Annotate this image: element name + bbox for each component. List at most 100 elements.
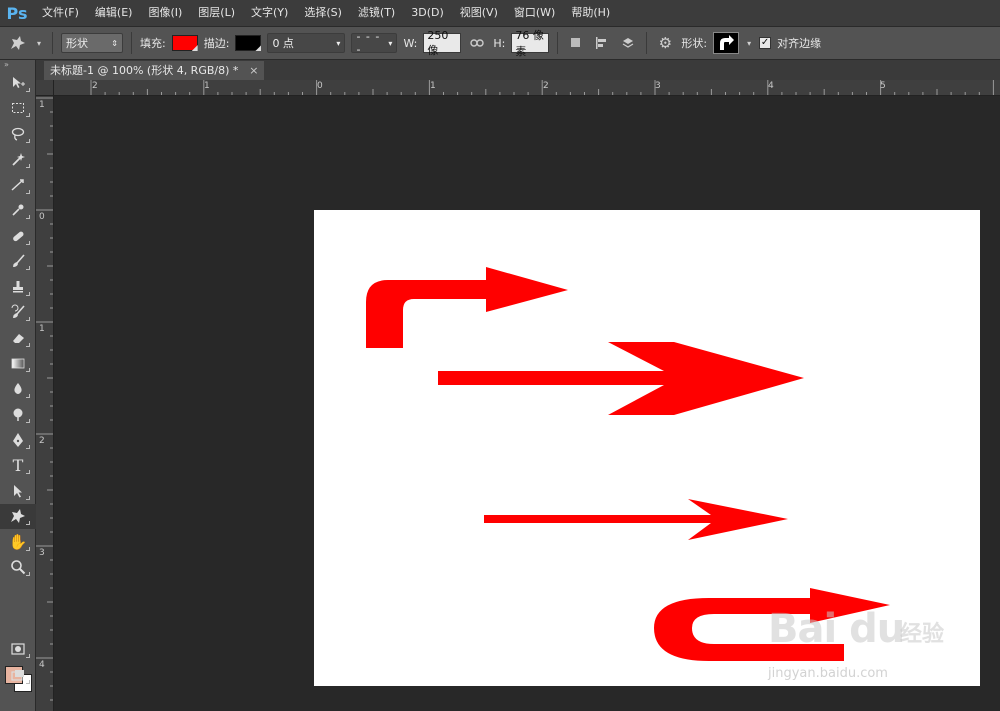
gear-icon[interactable]: ⚙ <box>655 33 675 53</box>
watermark-url: jingyan.baidu.com <box>768 666 888 681</box>
document-tab[interactable]: 未标题-1 @ 100% (形状 4, RGB/8) * × <box>44 61 265 80</box>
ruler-corner[interactable] <box>36 80 54 96</box>
path-selection-tool-icon[interactable] <box>0 478 36 504</box>
clone-stamp-tool-icon[interactable] <box>0 274 36 300</box>
eraser-tool-icon[interactable] <box>0 325 36 351</box>
ruler-label: 0 <box>39 212 45 222</box>
stroke-type-select[interactable]: - - - - ▾ <box>351 30 398 56</box>
shape-picker[interactable] <box>713 32 740 54</box>
ruler-label: 5 <box>880 81 886 91</box>
menu-view[interactable]: 视图(V) <box>452 0 506 26</box>
thin-arrow-shape[interactable] <box>484 499 788 540</box>
hand-tool-icon[interactable]: ✋ <box>0 529 36 555</box>
width-label: W: <box>403 36 418 50</box>
menu-layer[interactable]: 图层(L) <box>190 0 243 26</box>
updown-icon: ⇕ <box>111 38 118 48</box>
ruler-label: 4 <box>39 660 45 670</box>
menu-filter[interactable]: 滤镜(T) <box>350 0 403 26</box>
vertical-ruler[interactable]: 1 0 1 2 3 4 <box>36 96 54 711</box>
menu-edit[interactable]: 编辑(E) <box>87 0 141 26</box>
align-edges-checkbox[interactable]: ✓ <box>759 37 772 49</box>
width-input[interactable]: 250 像 <box>423 29 462 57</box>
align-edges-label: 对齐边缘 <box>777 37 822 50</box>
zoom-tool-icon[interactable] <box>0 555 36 581</box>
gradient-tool-icon[interactable] <box>0 351 36 377</box>
ruler-label: 2 <box>39 436 45 446</box>
ruler-label: 1 <box>39 100 45 110</box>
tool-mode-value: 形状 <box>66 37 88 50</box>
pen-tool-icon[interactable] <box>0 427 36 453</box>
options-bar: ▾ 形状 ⇕ 填充: 描边: 0 点 ▾ - - - - ▾ W: 250 像 … <box>0 26 1000 60</box>
height-label: H: <box>493 36 506 50</box>
baidu-watermark: Bai du 经验 jingyan.baidu.com <box>768 606 958 686</box>
type-tool-icon[interactable]: T <box>0 453 36 479</box>
dodge-tool-icon[interactable] <box>0 402 36 428</box>
watermark-brand: Bai du <box>768 606 905 652</box>
dashed-line-icon: - - - - <box>356 30 381 56</box>
screen-mode-icon[interactable] <box>0 662 36 688</box>
fill-color-swatch[interactable] <box>171 35 198 51</box>
link-icon[interactable] <box>467 33 487 53</box>
stroke-color-swatch[interactable] <box>235 35 262 51</box>
path-alignment-icon[interactable] <box>592 33 612 53</box>
stroke-label: 描边: <box>203 37 230 50</box>
toolbox-collapse-icon[interactable]: » <box>0 60 35 70</box>
chevron-down-icon: ▾ <box>336 38 341 48</box>
lasso-tool-icon[interactable] <box>0 121 36 147</box>
height-input[interactable]: 76 像素 <box>511 29 550 58</box>
separator <box>557 32 559 54</box>
custom-shape-tool-icon[interactable] <box>0 503 36 529</box>
brush-tool-icon[interactable] <box>0 249 36 275</box>
crop-tool-icon[interactable] <box>0 172 36 198</box>
eyedropper-tool-icon[interactable] <box>0 198 36 224</box>
barbed-arrow-shape[interactable] <box>438 342 804 415</box>
blur-tool-icon[interactable] <box>0 376 36 402</box>
horizontal-ruler[interactable]: 2 1 0 1 2 3 4 5 <box>54 80 1000 96</box>
separator <box>131 32 132 54</box>
magic-wand-tool-icon[interactable] <box>0 147 36 173</box>
custom-shape-tool-icon[interactable] <box>8 33 28 53</box>
path-arrangement-icon[interactable] <box>618 33 638 53</box>
photoshop-logo: Ps <box>6 3 28 23</box>
menu-help[interactable]: 帮助(H) <box>563 0 618 26</box>
menu-window[interactable]: 窗口(W) <box>506 0 563 26</box>
ruler-label: 4 <box>768 81 774 91</box>
toolbox: » T ✋ <box>0 60 36 711</box>
menu-bar: Ps 文件(F) 编辑(E) 图像(I) 图层(L) 文字(Y) 选择(S) 滤… <box>0 0 1000 26</box>
ruler-label: 1 <box>204 81 210 91</box>
menu-image[interactable]: 图像(I) <box>140 0 190 26</box>
document-tab-title: 未标题-1 @ 100% (形状 4, RGB/8) * <box>50 64 239 77</box>
ruler-label: 3 <box>655 81 661 91</box>
chevron-down-icon: ▾ <box>388 38 393 48</box>
chevron-down-icon[interactable]: ▾ <box>745 33 753 53</box>
close-icon[interactable]: × <box>249 61 258 80</box>
shape-label: 形状: <box>681 37 708 50</box>
ruler-label: 2 <box>543 81 549 91</box>
tool-preset-dropdown-icon[interactable]: ▾ <box>34 33 44 53</box>
curved-arrow-icon <box>720 35 735 50</box>
history-brush-tool-icon[interactable] <box>0 300 36 326</box>
watermark-jingyan: 经验 <box>900 622 945 647</box>
ruler-label: 2 <box>92 81 98 91</box>
move-tool-icon[interactable] <box>0 70 36 96</box>
curved-arrow-shape[interactable] <box>366 267 568 348</box>
document-tab-bar: 未标题-1 @ 100% (形状 4, RGB/8) * × <box>36 60 1000 80</box>
separator <box>52 32 53 54</box>
path-operations-icon[interactable] <box>566 33 586 53</box>
separator <box>646 32 648 54</box>
menu-select[interactable]: 选择(S) <box>296 0 350 26</box>
quick-mask-icon[interactable] <box>0 636 36 662</box>
stroke-width-field[interactable]: 0 点 ▾ <box>267 33 346 53</box>
fill-label: 填充: <box>140 37 166 50</box>
ruler-label: 1 <box>430 81 436 91</box>
menu-3d[interactable]: 3D(D) <box>403 0 452 26</box>
ruler-label: 0 <box>317 81 323 91</box>
stroke-width-value: 0 点 <box>272 37 294 50</box>
ruler-label: 1 <box>39 324 45 334</box>
ruler-label: 3 <box>39 548 45 558</box>
tool-mode-select[interactable]: 形状 ⇕ <box>61 33 123 53</box>
healing-brush-tool-icon[interactable] <box>0 223 36 249</box>
marquee-tool-icon[interactable] <box>0 96 36 122</box>
menu-type[interactable]: 文字(Y) <box>243 0 296 26</box>
menu-file[interactable]: 文件(F) <box>34 0 87 26</box>
